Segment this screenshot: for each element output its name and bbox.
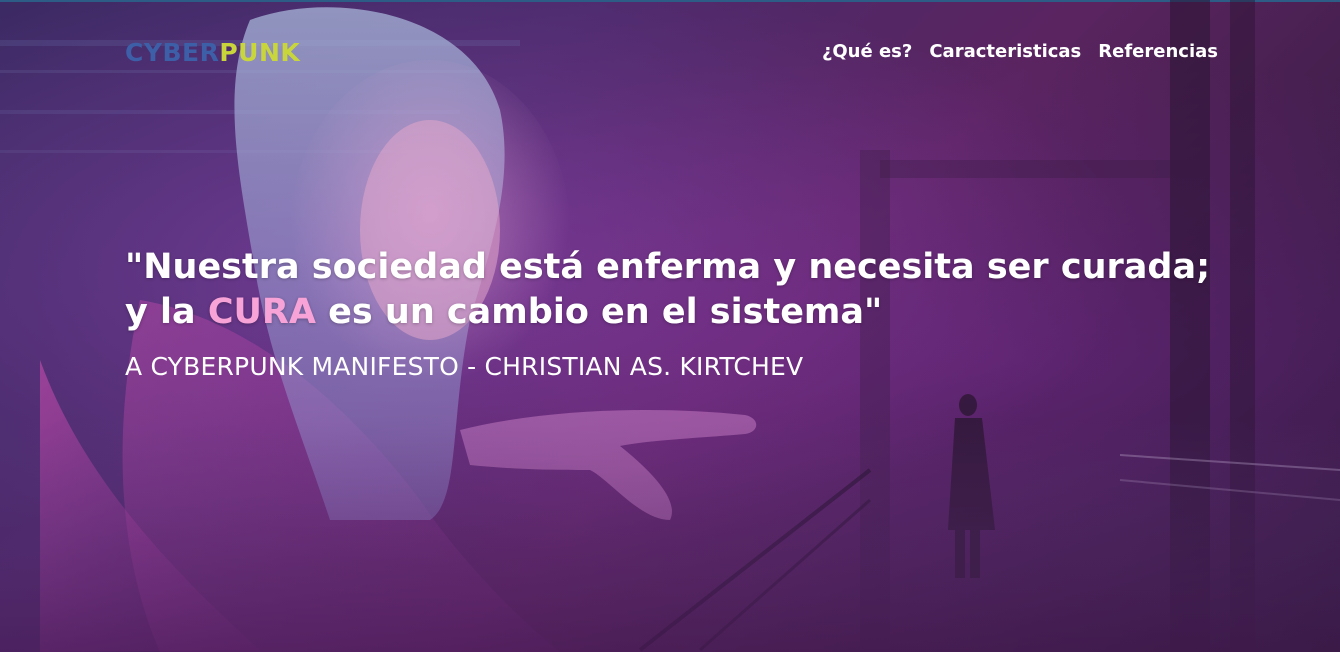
- brand-logo-part2: PUNK: [219, 38, 301, 67]
- hero-quote-line2-pre: y la: [125, 292, 208, 332]
- hero-quote-line1: "Nuestra sociedad está enferma y necesit…: [125, 247, 1211, 287]
- nav-link-referencias[interactable]: Referencias: [1098, 41, 1218, 62]
- hero-quote: "Nuestra sociedad está enferma y necesit…: [125, 245, 1225, 335]
- brand-logo-part1: CYBER: [125, 38, 220, 67]
- hero-quote-line2-post: es un cambio en el sistema": [315, 292, 883, 332]
- brand-logo[interactable]: CYBERPUNK: [125, 38, 300, 67]
- hero-quote-line2: y la CURA es un cambio en el sistema": [125, 290, 1225, 335]
- nav-menu: ¿Qué es? Caracteristicas Referencias: [822, 41, 1218, 62]
- hero-section: CYBERPUNK ¿Qué es? Caracteristicas Refer…: [0, 0, 1340, 652]
- quote-attribution: A CYBERPUNK MANIFESTO - CHRISTIAN AS. KI…: [125, 352, 804, 381]
- nav-link-que-es[interactable]: ¿Qué es?: [822, 41, 912, 62]
- hero-quote-highlight: CURA: [207, 292, 316, 332]
- top-navbar: CYBERPUNK ¿Qué es? Caracteristicas Refer…: [0, 0, 1340, 100]
- nav-link-caracteristicas[interactable]: Caracteristicas: [929, 41, 1081, 62]
